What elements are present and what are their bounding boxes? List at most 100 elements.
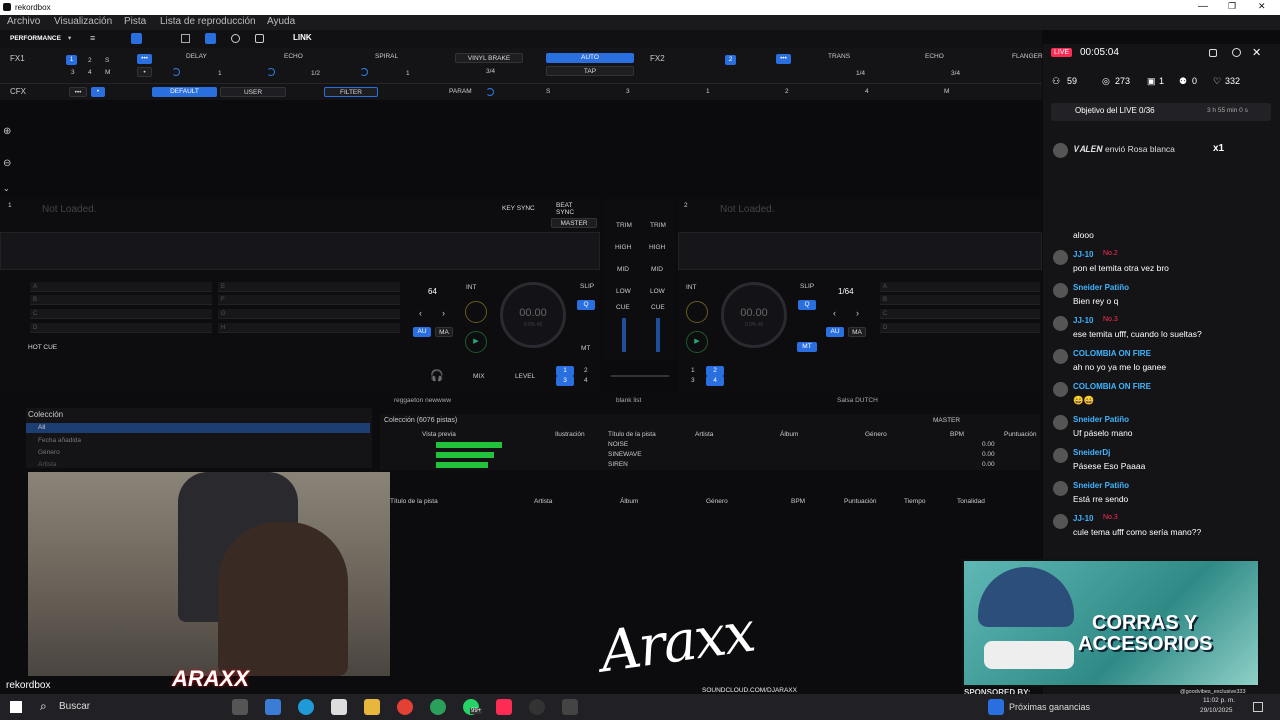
- deck1-au-button[interactable]: AU: [413, 327, 431, 337]
- cfx-dot[interactable]: •: [91, 87, 105, 97]
- col-bpm[interactable]: BPM: [950, 431, 964, 438]
- fx1-effect-3[interactable]: SPIRAL: [375, 53, 398, 60]
- fx1-effect-1[interactable]: DELAY: [186, 53, 207, 60]
- cfx-key-s[interactable]: S: [546, 88, 550, 95]
- fx2-effect-2[interactable]: ECHO: [925, 53, 944, 60]
- track-row[interactable]: NOISE 0.00: [380, 440, 1040, 450]
- cfx-key-4[interactable]: 4: [865, 88, 869, 95]
- fx1-slot-4[interactable]: 4: [88, 69, 92, 76]
- deck2-int[interactable]: INT: [686, 284, 696, 291]
- mode-chevron-icon[interactable]: ▾: [68, 34, 71, 42]
- live-goal[interactable]: Objetivo del LIVE 0/36 3 h 55 min 0 s: [1051, 103, 1271, 121]
- fx1-slot-m[interactable]: M: [105, 69, 110, 76]
- headphone-icon[interactable]: 🎧: [430, 369, 444, 382]
- deck1-slip[interactable]: SLIP: [580, 283, 594, 290]
- playlist-tab-blank[interactable]: blank list: [616, 397, 641, 404]
- col2-rating[interactable]: Puntuación: [844, 498, 877, 505]
- mode-select[interactable]: PERFORMANCE: [10, 35, 61, 42]
- mixer-icon[interactable]: [205, 33, 216, 44]
- col2-key[interactable]: Tonalidad: [957, 498, 985, 505]
- col-artwork[interactable]: Ilustración: [555, 431, 585, 438]
- task-view-icon[interactable]: [232, 699, 248, 715]
- explorer-icon[interactable]: [364, 699, 380, 715]
- deck1-pad-d[interactable]: D: [30, 323, 212, 333]
- deck2-play-button[interactable]: ▶: [686, 331, 708, 353]
- fx1-slot-3[interactable]: 3: [71, 69, 75, 76]
- browser-master-select[interactable]: MASTER: [933, 417, 960, 424]
- menu-ayuda[interactable]: Ayuda: [267, 16, 295, 27]
- notification-icon[interactable]: [1253, 702, 1263, 712]
- fx1-slot-1[interactable]: 1: [66, 55, 77, 65]
- deck1-pad-e[interactable]: E: [218, 282, 400, 292]
- cfx-key-2[interactable]: 2: [785, 88, 789, 95]
- menu-icon[interactable]: ≡: [90, 33, 95, 43]
- deck2-beat-2-button[interactable]: 2: [706, 366, 724, 376]
- deck1-pad-a[interactable]: A: [30, 282, 212, 292]
- cue-label-2[interactable]: CUE: [651, 304, 665, 311]
- fx2-more-button[interactable]: •••: [776, 54, 791, 64]
- master-button[interactable]: MASTER: [551, 218, 597, 228]
- col-album[interactable]: Álbum: [780, 431, 798, 438]
- menu-archivo[interactable]: Archivo: [7, 16, 40, 27]
- deck2-jog-wheel[interactable]: 00.00 0.0% ±6: [721, 282, 787, 348]
- deck2-cue-button[interactable]: [686, 301, 708, 323]
- deck2-pad-a[interactable]: A: [880, 282, 1040, 292]
- cfx-user-button[interactable]: USER: [220, 87, 286, 97]
- deck1-loop-value[interactable]: 64: [428, 287, 437, 296]
- obs-icon[interactable]: [529, 699, 545, 715]
- deck1-pad-g[interactable]: G: [218, 309, 400, 319]
- chrome-icon[interactable]: [397, 699, 413, 715]
- cfx-more-button[interactable]: •••: [69, 87, 87, 97]
- channel-fader-2[interactable]: [656, 318, 660, 352]
- cfx-key-m[interactable]: M: [944, 88, 949, 95]
- deck1-jog-wheel[interactable]: 00.00 0.0% ±6: [500, 282, 566, 348]
- channel-fader-1[interactable]: [622, 318, 626, 352]
- deck1-waveform[interactable]: [0, 232, 600, 270]
- beat-1-button[interactable]: 1: [556, 366, 574, 376]
- crossfader[interactable]: [611, 375, 669, 377]
- deck2-au-button[interactable]: AU: [826, 327, 844, 337]
- fx2-effect-1[interactable]: TRANS: [828, 53, 850, 60]
- deck2-loop-next[interactable]: ›: [856, 308, 859, 318]
- tree-artista[interactable]: Artista: [38, 461, 56, 468]
- settings-icon[interactable]: [1232, 48, 1241, 57]
- tree-genero[interactable]: Género: [38, 449, 60, 456]
- edge-icon[interactable]: [298, 699, 314, 715]
- deck1-int[interactable]: INT: [466, 284, 476, 291]
- grid-icon[interactable]: [181, 34, 190, 43]
- deck2-mt-button[interactable]: MT: [797, 342, 817, 352]
- deck1-hotcue-select[interactable]: HOT CUE: [28, 344, 57, 351]
- chat-close-icon[interactable]: ✕: [1252, 46, 1261, 59]
- deck2-pad-d[interactable]: D: [880, 323, 1040, 333]
- store-icon[interactable]: [331, 699, 347, 715]
- col2-artist[interactable]: Artista: [534, 498, 552, 505]
- track-row[interactable]: SIREN 0.00: [380, 460, 1040, 470]
- copilot-icon[interactable]: [265, 699, 281, 715]
- fx1-knob-2[interactable]: [267, 68, 275, 76]
- fx2-slot-2[interactable]: 2: [725, 55, 736, 65]
- menu-visualizacion[interactable]: Visualización: [54, 16, 112, 27]
- deck2-ma-button[interactable]: MA: [848, 327, 866, 337]
- fx1-slot-2[interactable]: 2: [88, 57, 92, 64]
- col2-title[interactable]: Título de la pista: [390, 498, 438, 505]
- deck1-pad-h[interactable]: H: [218, 323, 400, 333]
- track-row[interactable]: SINEWAVE 0.00: [380, 450, 1040, 460]
- deck1-pad-b[interactable]: B: [30, 295, 212, 305]
- deck1-pad-f[interactable]: F: [218, 295, 400, 305]
- deck2-pad-c[interactable]: C: [880, 309, 1040, 319]
- close-button[interactable]: ✕: [1258, 1, 1266, 12]
- playlist-tab-reggaeton[interactable]: reggaeton newwww: [394, 397, 451, 404]
- cfx-key-3[interactable]: 3: [626, 88, 630, 95]
- news-icon[interactable]: [988, 699, 1004, 715]
- deck2-beat-4-button[interactable]: 4: [706, 376, 724, 386]
- auto-button[interactable]: AUTO: [546, 53, 634, 63]
- deck2-slip[interactable]: SLIP: [800, 283, 814, 290]
- fx1-more-button[interactable]: •••: [137, 54, 152, 64]
- beat-2-label[interactable]: 2: [584, 367, 588, 374]
- tiktok-icon[interactable]: [496, 699, 512, 715]
- zoom-out-icon[interactable]: ⊖: [3, 158, 11, 169]
- cfx-param-knob[interactable]: [486, 88, 494, 96]
- deck2-q-button[interactable]: Q: [798, 300, 816, 310]
- deck1-q-button[interactable]: Q: [577, 300, 595, 310]
- tree-all[interactable]: All: [26, 423, 370, 433]
